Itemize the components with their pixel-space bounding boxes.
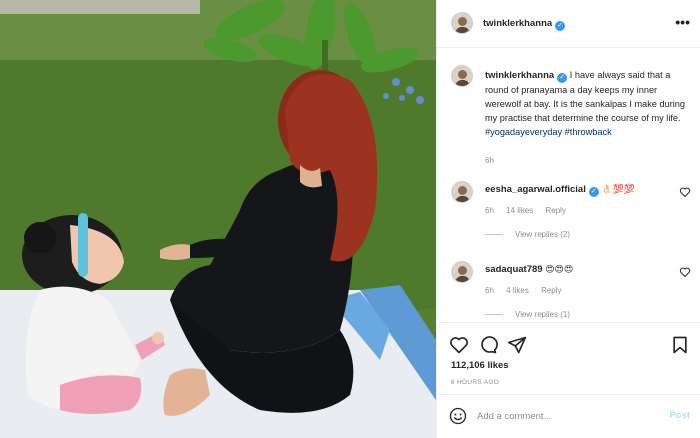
- comment-text: eesha_agarwal.official ✓ 👌🏻💯💯: [485, 184, 635, 197]
- view-replies-label[interactable]: View replies (2): [515, 230, 570, 239]
- add-comment-bar: Post: [437, 394, 700, 438]
- commenter-avatar[interactable]: [451, 181, 473, 203]
- replies-divider: [485, 234, 503, 236]
- heart-icon[interactable]: [449, 335, 469, 355]
- post-photo[interactable]: [0, 0, 436, 438]
- comment-input[interactable]: [477, 406, 657, 426]
- comment-likes[interactable]: 14 likes: [506, 206, 533, 215]
- comment-text: sadaquat789 😍😍😍: [485, 264, 573, 275]
- comment-emoji: 😍😍😍: [545, 264, 574, 274]
- comment-icon[interactable]: [478, 335, 498, 355]
- smiley-icon[interactable]: [449, 407, 467, 425]
- verified-badge-icon: ✓: [555, 21, 566, 31]
- author-username-text[interactable]: twinklerkhanna: [483, 18, 552, 29]
- like-comment-heart-icon[interactable]: [679, 266, 691, 278]
- caption-text: twinklerkhanna ✓ I have always said that …: [485, 68, 685, 139]
- caption-author-avatar[interactable]: [451, 65, 473, 87]
- bookmark-icon[interactable]: [670, 335, 690, 355]
- comment-time[interactable]: 6h: [485, 286, 494, 295]
- comment-emoji: 👌🏻💯💯: [601, 184, 636, 194]
- post-comment-button[interactable]: Post: [669, 410, 690, 421]
- like-comment-heart-icon[interactable]: [679, 186, 691, 198]
- caption-author-username[interactable]: twinklerkhanna: [485, 70, 554, 81]
- paper-plane-icon[interactable]: [507, 335, 527, 355]
- post-timestamp[interactable]: 6 HOURS AGO: [451, 379, 499, 386]
- post-actions: 112,106 likes 6 HOURS AGO: [437, 322, 700, 394]
- replies-divider: [485, 314, 503, 316]
- verified-badge-icon: ✓: [557, 73, 568, 83]
- comment-meta: 6h 4 likes Reply: [485, 286, 572, 295]
- caption-time[interactable]: 6h: [485, 156, 494, 165]
- more-options-icon[interactable]: •••: [675, 14, 690, 30]
- comment-item: eesha_agarwal.official ✓ 👌🏻💯💯 6h 14 likes…: [451, 181, 691, 245]
- author-avatar[interactable]: [451, 12, 473, 34]
- likes-count[interactable]: 112,106 likes: [451, 360, 509, 371]
- post-sidebar: twinklerkhanna ✓ ••• twinklerkhanna ✓ I ha…: [436, 0, 700, 438]
- commenter-username[interactable]: sadaquat789: [485, 264, 543, 275]
- author-username[interactable]: twinklerkhanna ✓: [483, 18, 566, 31]
- comment-time[interactable]: 6h: [485, 206, 494, 215]
- view-replies-button[interactable]: View replies (2): [485, 230, 570, 239]
- comments-section[interactable]: twinklerkhanna ✓ I have always said that …: [437, 49, 700, 322]
- commenter-username[interactable]: eesha_agarwal.official: [485, 184, 586, 195]
- caption-hashtags[interactable]: #yogadayeveryday #throwback: [485, 127, 612, 137]
- yoga-photo-illustration: [0, 0, 436, 438]
- view-replies-label[interactable]: View replies (1): [515, 310, 570, 319]
- comment-meta: 6h 14 likes Reply: [485, 206, 576, 215]
- view-replies-button[interactable]: View replies (1): [485, 310, 570, 319]
- comment-reply-button[interactable]: Reply: [541, 286, 561, 295]
- post-header: twinklerkhanna ✓ •••: [437, 0, 700, 48]
- comment-reply-button[interactable]: Reply: [546, 206, 566, 215]
- verified-badge-icon: ✓: [588, 187, 599, 197]
- comment-likes[interactable]: 4 likes: [506, 286, 529, 295]
- commenter-avatar[interactable]: [451, 261, 473, 283]
- comment-item: sadaquat789 😍😍😍 6h 4 likes Reply View re…: [451, 261, 691, 322]
